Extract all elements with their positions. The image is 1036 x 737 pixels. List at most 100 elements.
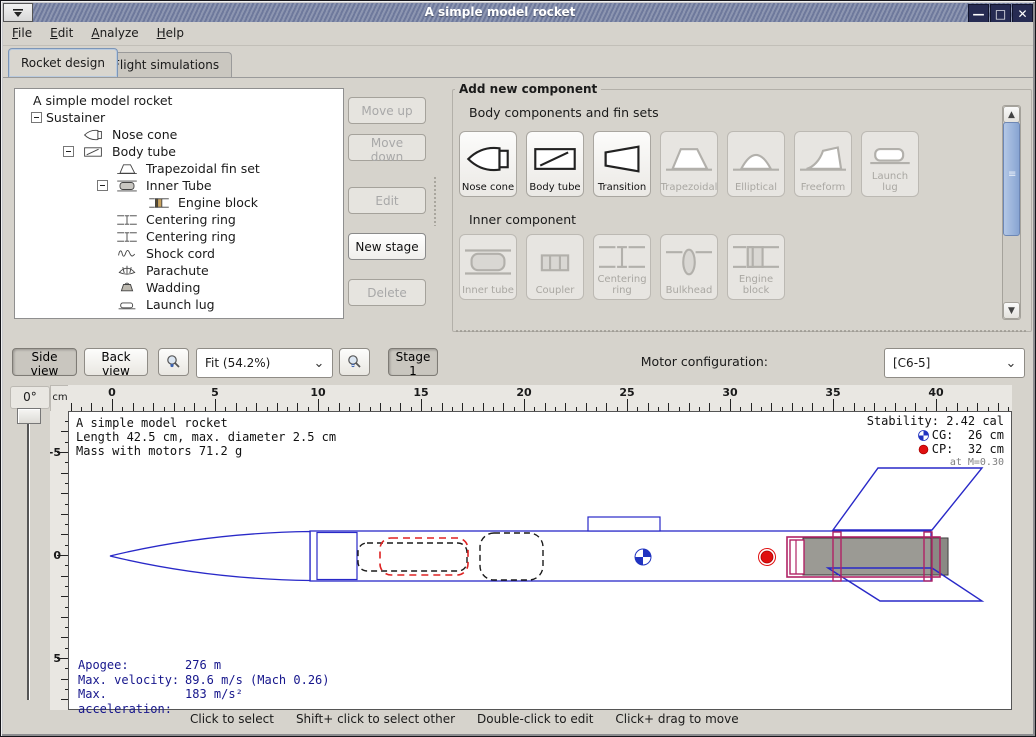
scroll-down-icon[interactable]: ▼	[1003, 302, 1020, 319]
tree-item-body-tube[interactable]: Body tube	[15, 143, 343, 160]
menu-edit[interactable]: Edit	[41, 22, 82, 43]
menubar: FileEditAnalyzeHelp	[3, 22, 1033, 46]
motor-configuration-value: [C6-5]	[885, 356, 998, 370]
status-hint: Click to select	[190, 712, 274, 726]
motor-configuration-combobox[interactable]: [C6-5] ⌄	[884, 348, 1025, 378]
add-coupler-button[interactable]: Coupler	[526, 234, 584, 300]
h-ruler-tick	[400, 403, 401, 411]
nose-cone-shape[interactable]	[110, 532, 310, 581]
v-ruler-tick	[61, 473, 68, 474]
tree-item-wadding[interactable]: Wadding	[15, 279, 343, 296]
add-transition-button[interactable]: Transition	[593, 131, 651, 197]
tree-item-parachute[interactable]: Parachute	[15, 262, 343, 279]
v-ruler-tick	[61, 493, 68, 494]
h-ruler-tick	[380, 403, 381, 411]
side-view-button[interactable]: Side view	[12, 348, 77, 376]
zoom-level-combobox[interactable]: Fit (54.2%) ⌄	[196, 348, 333, 378]
motor-shape[interactable]	[803, 538, 948, 575]
stage-1-toggle[interactable]: Stage 1	[388, 348, 438, 376]
trapezoid-fin-icon	[666, 135, 712, 183]
add-centering-ring-button[interactable]: Centering ring	[593, 234, 651, 300]
inner-tube-icon	[465, 238, 511, 286]
minimize-button[interactable]: —	[968, 4, 989, 23]
launch-lug-shape[interactable]	[588, 517, 660, 531]
inner-tube-icon	[113, 179, 141, 193]
body-tube-icon	[79, 145, 107, 159]
add-bulkhead-button[interactable]: Bulkhead	[660, 234, 718, 300]
tab-bar: Rocket design Flight simulations	[3, 46, 1033, 77]
delete-button: Delete	[348, 279, 426, 306]
maximize-button[interactable]: □	[990, 4, 1011, 23]
v-ruler-tick	[61, 431, 68, 432]
window-menu-icon[interactable]	[3, 3, 33, 22]
h-ruler-tick	[751, 403, 752, 411]
add-nose-cone-button[interactable]: Nose cone	[459, 131, 517, 197]
close-button[interactable]: ✕	[1012, 4, 1033, 23]
horizontal-splitter-grip[interactable]	[455, 329, 1028, 333]
add-elliptical-button[interactable]: Elliptical	[727, 131, 785, 197]
tree-item-sustainer[interactable]: Sustainer	[15, 109, 343, 126]
tree-item-centering-ring[interactable]: Centering ring	[15, 228, 343, 245]
add-inner-tube-button[interactable]: Inner tube	[459, 234, 517, 300]
tree-item-inner-tube[interactable]: Inner Tube	[15, 177, 343, 194]
component-button-label: Nose cone	[462, 183, 514, 194]
tree-collapse-icon[interactable]	[31, 112, 42, 123]
add-trapezoidal-button[interactable]: Trapezoidal	[660, 131, 718, 197]
rotation-slider-handle[interactable]	[17, 408, 41, 424]
rocket-info-mass: Mass with motors 71.2 g	[76, 444, 336, 458]
body-tube-icon	[78, 145, 108, 159]
add-body-tube-button[interactable]: Body tube	[526, 131, 584, 197]
tree-item-engine-block[interactable]: Engine block	[15, 194, 343, 211]
component-tree[interactable]: A simple model rocketSustainerNose coneB…	[14, 88, 344, 319]
vertical-splitter-grip[interactable]	[433, 176, 437, 226]
menu-file[interactable]: File	[3, 22, 41, 43]
h-ruler-tick	[668, 403, 669, 411]
v-ruler-tick	[61, 576, 68, 577]
tree-item-a-simple-model-rocket[interactable]: A simple model rocket	[15, 92, 343, 109]
rotation-slider-track[interactable]	[27, 412, 30, 700]
tree-item-label: Centering ring	[146, 229, 236, 244]
component-panel-scrollbar[interactable]: ▲ ▼	[1002, 105, 1021, 320]
tree-item-trapezoidal-fin-set[interactable]: Trapezoidal fin set	[15, 160, 343, 177]
engine-block-shape[interactable]	[790, 540, 804, 574]
h-ruler-tick	[833, 399, 834, 411]
h-ruler-tick	[153, 403, 154, 411]
nose-cone-icon	[79, 128, 107, 142]
tab-flight-simulations[interactable]: Flight simulations	[100, 52, 232, 77]
scrollbar-thumb[interactable]	[1003, 122, 1020, 236]
menu-help[interactable]: Help	[148, 22, 193, 43]
zoom-in-button[interactable]	[339, 348, 370, 376]
tree-item-label: Centering ring	[146, 212, 236, 227]
tree-item-label: Parachute	[146, 263, 209, 278]
h-ruler-label: 15	[409, 386, 433, 399]
section-inner-component-label: Inner component	[469, 212, 576, 227]
tree-item-nose-cone[interactable]: Nose cone	[15, 126, 343, 143]
cg-value: 26 cm	[968, 428, 1004, 442]
h-ruler-label: 10	[306, 386, 330, 399]
new-stage-button[interactable]: New stage	[348, 233, 426, 260]
add-freeform-button[interactable]: Freeform	[794, 131, 852, 197]
component-button-label: Elliptical	[735, 183, 777, 194]
launch-lug-icon	[112, 298, 142, 312]
h-ruler-tick	[730, 399, 731, 411]
fin-upper-shape[interactable]	[833, 468, 982, 530]
add-launch-lug-button[interactable]: Launch lug	[861, 131, 919, 197]
cp-line: CP: 32 cm	[867, 442, 1004, 456]
freeform-fin-icon	[800, 142, 846, 176]
menu-analyze[interactable]: Analyze	[82, 22, 147, 43]
wadding-icon	[113, 281, 141, 295]
tree-collapse-icon[interactable]	[63, 146, 74, 157]
zoom-out-button[interactable]	[158, 348, 189, 376]
h-ruler-tick	[503, 403, 504, 411]
v-ruler-label: 5	[50, 652, 61, 665]
tree-collapse-icon[interactable]	[97, 180, 108, 191]
chevron-down-icon: ⌄	[998, 356, 1024, 371]
scroll-up-icon[interactable]: ▲	[1003, 106, 1020, 123]
h-ruler-tick	[957, 403, 958, 411]
tree-item-shock-cord[interactable]: Shock cord	[15, 245, 343, 262]
back-view-button[interactable]: Back view	[84, 348, 148, 376]
tree-item-launch-lug[interactable]: Launch lug	[15, 296, 343, 313]
add-engine-block-button[interactable]: Engine block	[727, 234, 785, 300]
tab-rocket-design[interactable]: Rocket design	[8, 48, 118, 77]
tree-item-centering-ring[interactable]: Centering ring	[15, 211, 343, 228]
